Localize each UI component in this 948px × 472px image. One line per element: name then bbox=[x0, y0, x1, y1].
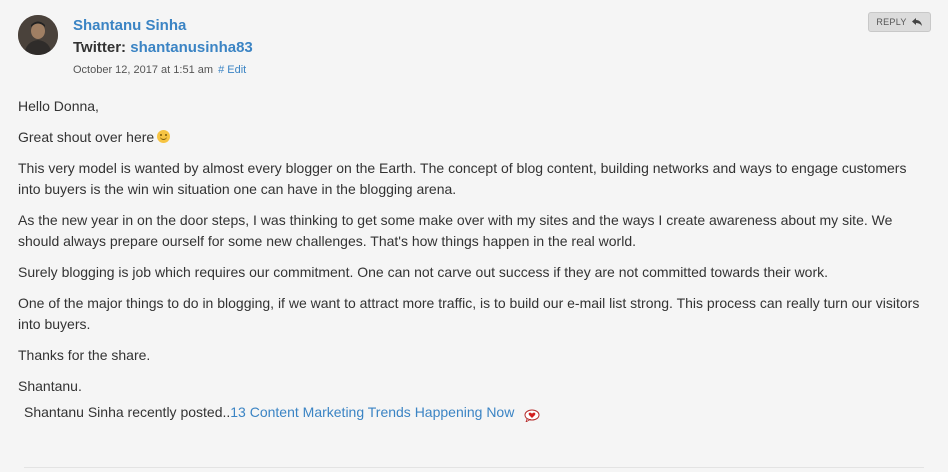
reply-label: REPLY bbox=[876, 17, 907, 27]
smiley-icon bbox=[157, 130, 171, 143]
comment-meta: October 12, 2017 at 1:51 am # Edit bbox=[73, 64, 246, 76]
paragraph: This very model is wanted by almost ever… bbox=[18, 160, 907, 197]
twitter-line: Twitter: shantanusinha83 bbox=[73, 39, 253, 56]
divider bbox=[24, 467, 924, 468]
commentluv-line: Shantanu Sinha recently posted..13 Conte… bbox=[24, 404, 540, 422]
comment-date-link[interactable]: October 12, 2017 at 1:51 am bbox=[73, 64, 213, 76]
twitter-handle-link[interactable]: shantanusinha83 bbox=[130, 39, 253, 56]
reply-arrow-icon bbox=[911, 18, 922, 26]
comment: Shantanu Sinha Twitter: shantanusinha83 … bbox=[0, 0, 948, 472]
paragraph: As the new year in on the door steps, I … bbox=[18, 212, 893, 249]
paragraph: Surely blogging is job which requires ou… bbox=[18, 264, 829, 280]
twitter-label: Twitter: bbox=[73, 39, 127, 56]
paragraph-text: Great shout over here bbox=[18, 129, 155, 145]
avatar[interactable] bbox=[18, 15, 58, 55]
paragraph: Shantanu. bbox=[18, 378, 82, 394]
commentluv-prefix: Shantanu Sinha recently posted.. bbox=[24, 404, 231, 420]
paragraph: Thanks for the share. bbox=[18, 347, 151, 363]
reply-button[interactable]: REPLY bbox=[868, 12, 931, 32]
edit-link[interactable]: # Edit bbox=[218, 64, 246, 76]
paragraph: Hello Donna, bbox=[18, 98, 99, 114]
heart-bubble-icon[interactable] bbox=[524, 409, 540, 422]
avatar-image bbox=[18, 15, 58, 55]
author-name-link[interactable]: Shantanu Sinha bbox=[73, 17, 186, 34]
paragraph: Great shout over here bbox=[18, 127, 930, 148]
paragraph: One of the major things to do in bloggin… bbox=[18, 295, 920, 332]
commentluv-post-link[interactable]: 13 Content Marketing Trends Happening No… bbox=[230, 404, 514, 420]
comment-body: Hello Donna, Great shout over here This … bbox=[18, 96, 930, 407]
